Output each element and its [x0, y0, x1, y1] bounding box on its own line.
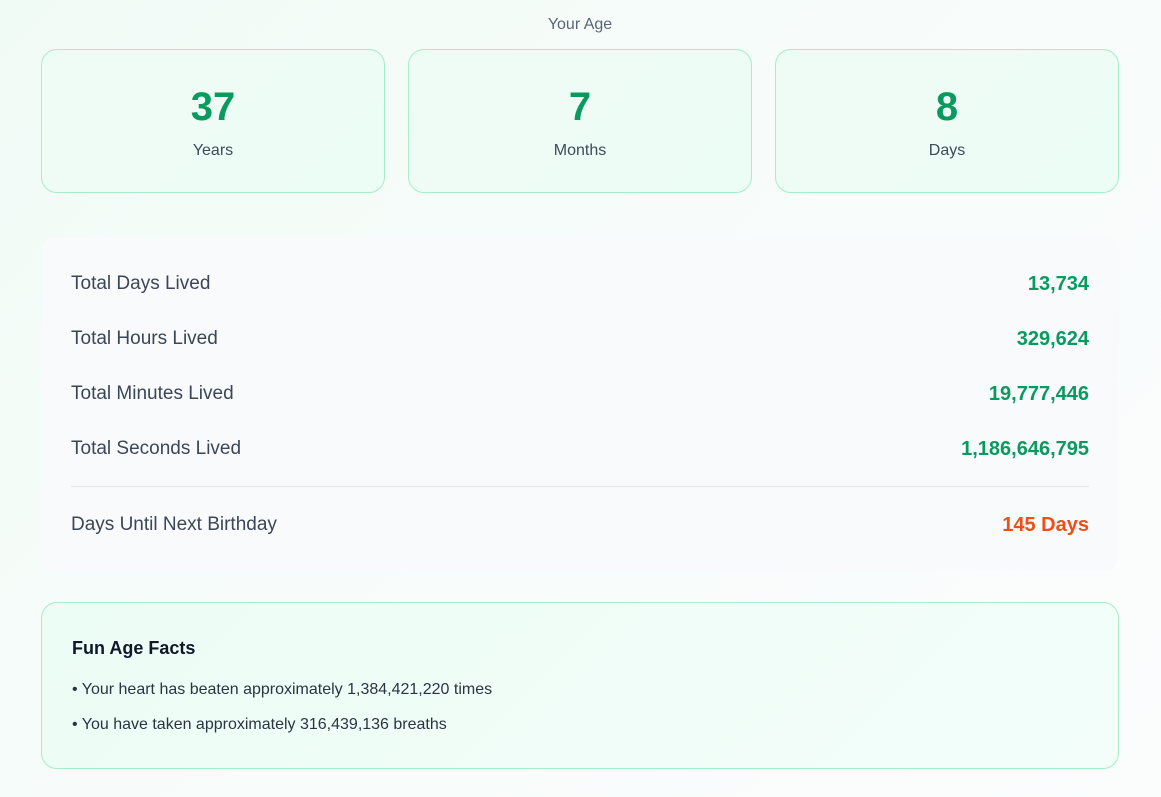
total-seconds-label: Total Seconds Lived	[71, 438, 242, 459]
next-birthday-value: 145 Days	[1002, 513, 1089, 536]
stats-divider	[71, 486, 1089, 487]
lifetime-stats-panel: Total Days Lived 13,734 Total Hours Live…	[41, 237, 1119, 571]
months-card: 7 Months	[408, 49, 752, 193]
total-minutes-label: Total Minutes Lived	[71, 383, 234, 404]
breaths-fact: • You have taken approximately 316,439,1…	[72, 716, 447, 733]
age-cards: 37 Years 7 Months 8 Days	[41, 49, 1119, 195]
years-card: 37 Years	[41, 49, 385, 193]
total-minutes-value: 19,777,446	[988, 382, 1089, 405]
total-seconds-value: 1,186,646,795	[961, 437, 1089, 460]
fun-facts-panel: Fun Age Facts • Your heart has beaten ap…	[41, 602, 1119, 769]
heartbeat-fact: • Your heart has beaten approximately 1,…	[72, 681, 493, 698]
next-birthday-row: Days Until Next Birthday 145 Days	[71, 510, 1089, 540]
fun-facts-title: Fun Age Facts	[72, 638, 196, 658]
total-minutes-row: Total Minutes Lived 19,777,446	[71, 379, 1089, 409]
your-age-heading: Your Age	[547, 16, 613, 33]
total-seconds-row: Total Seconds Lived 1,186,646,795	[71, 434, 1089, 464]
months-value: 7	[568, 85, 592, 129]
total-days-row: Total Days Lived 13,734	[71, 269, 1089, 299]
total-days-label: Total Days Lived	[71, 273, 211, 294]
days-card: 8 Days	[775, 49, 1119, 193]
total-hours-value: 329,624	[1016, 327, 1089, 350]
total-days-value: 13,734	[1027, 272, 1089, 295]
years-label: Years	[192, 142, 234, 159]
months-label: Months	[553, 142, 607, 159]
total-hours-label: Total Hours Lived	[71, 328, 218, 349]
days-label: Days	[928, 142, 966, 159]
total-hours-row: Total Hours Lived 329,624	[71, 324, 1089, 354]
next-birthday-label: Days Until Next Birthday	[71, 514, 277, 535]
days-value: 8	[935, 85, 959, 129]
years-value: 37	[190, 85, 236, 129]
